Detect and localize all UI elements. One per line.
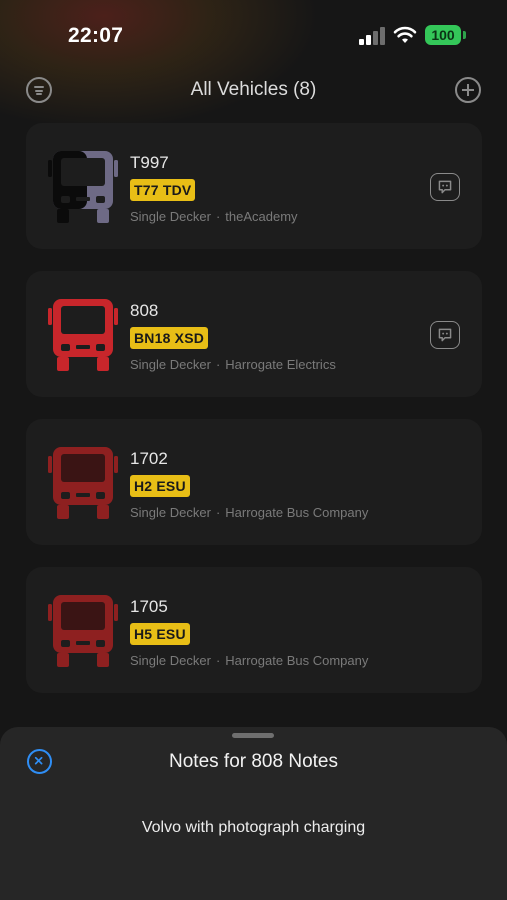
battery-cap	[463, 31, 466, 39]
add-vehicle-icon[interactable]	[455, 77, 481, 103]
fleet-number: 808	[130, 301, 159, 320]
bus-front-icon	[48, 151, 118, 223]
fleet-number: 1705	[130, 597, 168, 616]
vehicle-meta: Single Decker · theAcademy	[130, 209, 298, 224]
bus-front-icon	[48, 595, 118, 667]
bus-front-icon	[48, 299, 118, 371]
battery-indicator: 100	[425, 25, 461, 45]
registration-plate: BN18 XSD	[130, 327, 209, 349]
registration-plate: H5 ESU	[130, 623, 190, 645]
fleet-number: 1702	[130, 449, 168, 468]
vehicle-operator: Harrogate Electrics	[225, 357, 336, 372]
status-time: 22:07	[68, 24, 124, 47]
vehicle-card[interactable]: 1702 H2 ESU Single Decker · Harrogate Bus …	[26, 419, 482, 545]
registration-plate: H2 ESU	[130, 475, 190, 497]
notes-sheet: Notes for 808 Notes Volvo with photograp…	[0, 727, 507, 900]
cellular-signal-icon	[359, 27, 385, 45]
status-bar: 22:07 100	[0, 0, 507, 64]
sheet-grabber[interactable]	[232, 733, 274, 738]
vehicle-type: Single Decker	[130, 209, 211, 224]
speech-bubble-icon[interactable]	[430, 173, 460, 201]
nav-bar: All Vehicles (8)	[0, 64, 507, 120]
bus-front-icon	[48, 447, 118, 519]
fleet-number: T997	[130, 153, 169, 172]
vehicle-meta: Single Decker · Harrogate Electrics	[130, 357, 336, 372]
vehicle-meta: Single Decker · Harrogate Bus Company	[130, 653, 369, 668]
vehicle-meta: Single Decker · Harrogate Bus Company	[130, 505, 369, 520]
vehicle-operator: theAcademy	[225, 209, 298, 224]
page-title: All Vehicles (8)	[190, 79, 317, 100]
note-text: Volvo with photograph charging	[141, 819, 366, 836]
speech-bubble-icon[interactable]	[430, 321, 460, 349]
sheet-title: Notes for 808 Notes	[169, 751, 338, 772]
vehicle-card[interactable]: 1705 H5 ESU Single Decker · Harrogate Bus …	[26, 567, 482, 693]
vehicle-type: Single Decker	[130, 505, 211, 520]
vehicle-type: Single Decker	[130, 653, 211, 668]
vehicle-card[interactable]: T997 T77 TDV Single Decker · theAcademy	[26, 123, 482, 249]
vehicle-type: Single Decker	[130, 357, 211, 372]
vehicle-operator: Harrogate Bus Company	[225, 653, 369, 668]
vehicle-operator: Harrogate Bus Company	[225, 505, 369, 520]
registration-plate: T77 TDV	[130, 179, 196, 201]
vehicle-card[interactable]: 808 BN18 XSD Single Decker · Harrogate Ele…	[26, 271, 482, 397]
wifi-icon	[393, 26, 417, 43]
